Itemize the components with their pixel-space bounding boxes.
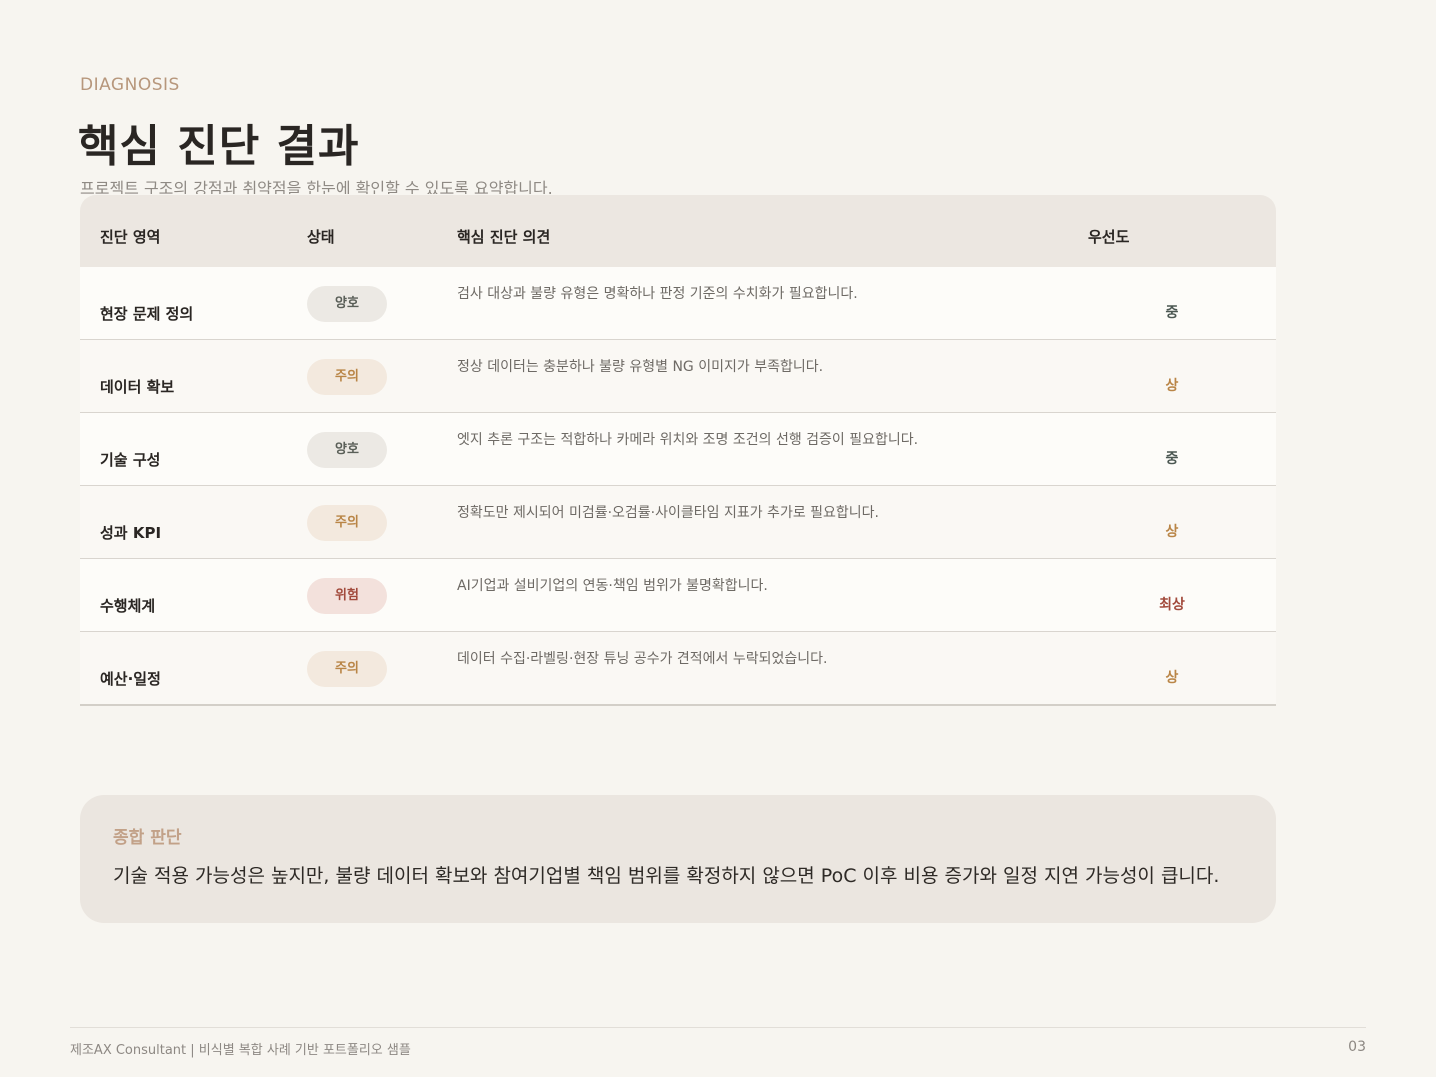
footer-caption: 제조AX Consultant | 비식별 복합 사례 기반 포트폴리오 샘플: [70, 1043, 411, 1058]
table-row: 기술 구성 양호 엣지 추론 구조는 적합하나 카메라 위치와 조명 조건의 선…: [80, 413, 1276, 486]
row-opinion: 엣지 추론 구조는 적합하나 카메라 위치와 조명 조건의 선행 검증이 필요합…: [457, 432, 919, 448]
table-row: 성과 KPI 주의 정확도만 제시되어 미검률·오검률·사이클타임 지표가 추가…: [80, 486, 1276, 559]
row-priority: 상: [1165, 670, 1179, 686]
column-header-area: 진단 영역: [100, 228, 161, 246]
row-opinion: 데이터 수집·라벨링·현장 튜닝 공수가 견적에서 누락되었습니다.: [457, 651, 828, 667]
row-priority: 상: [1165, 378, 1179, 394]
table-row: 예산·일정 주의 데이터 수집·라벨링·현장 튜닝 공수가 견적에서 누락되었습…: [80, 632, 1276, 706]
row-area: 기술 구성: [100, 451, 161, 469]
table-header: 진단 영역 상태 핵심 진단 의견 우선도: [80, 195, 1276, 267]
status-badge: 주의: [307, 359, 387, 395]
subtitle-container: 프로젝트 구조의 강점과 취약점을 한눈에 확인할 수 있도록 요약합니다.: [80, 178, 780, 194]
column-header-opinion: 핵심 진단 의견: [457, 228, 551, 246]
status-badge: 양호: [307, 286, 387, 322]
summary-text: 기술 적용 가능성은 높지만, 불량 데이터 확보와 참여기업별 책임 범위를 …: [113, 865, 1220, 887]
status-badge: 양호: [307, 432, 387, 468]
status-badge: 주의: [307, 651, 387, 687]
row-opinion: 검사 대상과 불량 유형은 명확하나 판정 기준의 수치화가 필요합니다.: [457, 286, 858, 302]
row-area: 현장 문제 정의: [100, 305, 194, 323]
row-priority: 최상: [1159, 597, 1185, 613]
page-subtitle: 프로젝트 구조의 강점과 취약점을 한눈에 확인할 수 있도록 요약합니다.: [80, 179, 553, 194]
page-title: 핵심 진단 결과: [78, 121, 360, 172]
column-header-status: 상태: [307, 228, 335, 246]
row-opinion: 정상 데이터는 충분하나 불량 유형별 NG 이미지가 부족합니다.: [457, 359, 824, 375]
row-priority: 중: [1165, 451, 1179, 467]
table-row: 현장 문제 정의 양호 검사 대상과 불량 유형은 명확하나 판정 기준의 수치…: [80, 267, 1276, 340]
footer-divider: [70, 1027, 1366, 1028]
table-row: 수행체계 위험 AI기업과 설비기업의 연동·책임 범위가 불명확합니다. 최상: [80, 559, 1276, 632]
page-number: 03: [1348, 1039, 1366, 1055]
status-badge: 위험: [307, 578, 387, 614]
row-priority: 상: [1165, 524, 1179, 540]
summary-card: 종합 판단 기술 적용 가능성은 높지만, 불량 데이터 확보와 참여기업별 책…: [80, 795, 1276, 923]
row-area: 성과 KPI: [100, 524, 162, 542]
table-row: 데이터 확보 주의 정상 데이터는 충분하나 불량 유형별 NG 이미지가 부족…: [80, 340, 1276, 413]
row-opinion: AI기업과 설비기업의 연동·책임 범위가 불명확합니다.: [457, 578, 768, 594]
diagnosis-table: 진단 영역 상태 핵심 진단 의견 우선도 현장 문제 정의 양호 검사 대상과…: [80, 195, 1276, 706]
row-area: 수행체계: [100, 597, 156, 615]
column-header-priority: 우선도: [1088, 228, 1130, 246]
section-eyebrow: DIAGNOSIS: [80, 75, 180, 95]
row-area: 데이터 확보: [100, 378, 175, 396]
status-badge: 주의: [307, 505, 387, 541]
row-area: 예산·일정: [100, 670, 161, 688]
row-opinion: 정확도만 제시되어 미검률·오검률·사이클타임 지표가 추가로 필요합니다.: [457, 505, 879, 521]
row-priority: 중: [1165, 305, 1179, 321]
summary-label: 종합 판단: [113, 828, 182, 848]
